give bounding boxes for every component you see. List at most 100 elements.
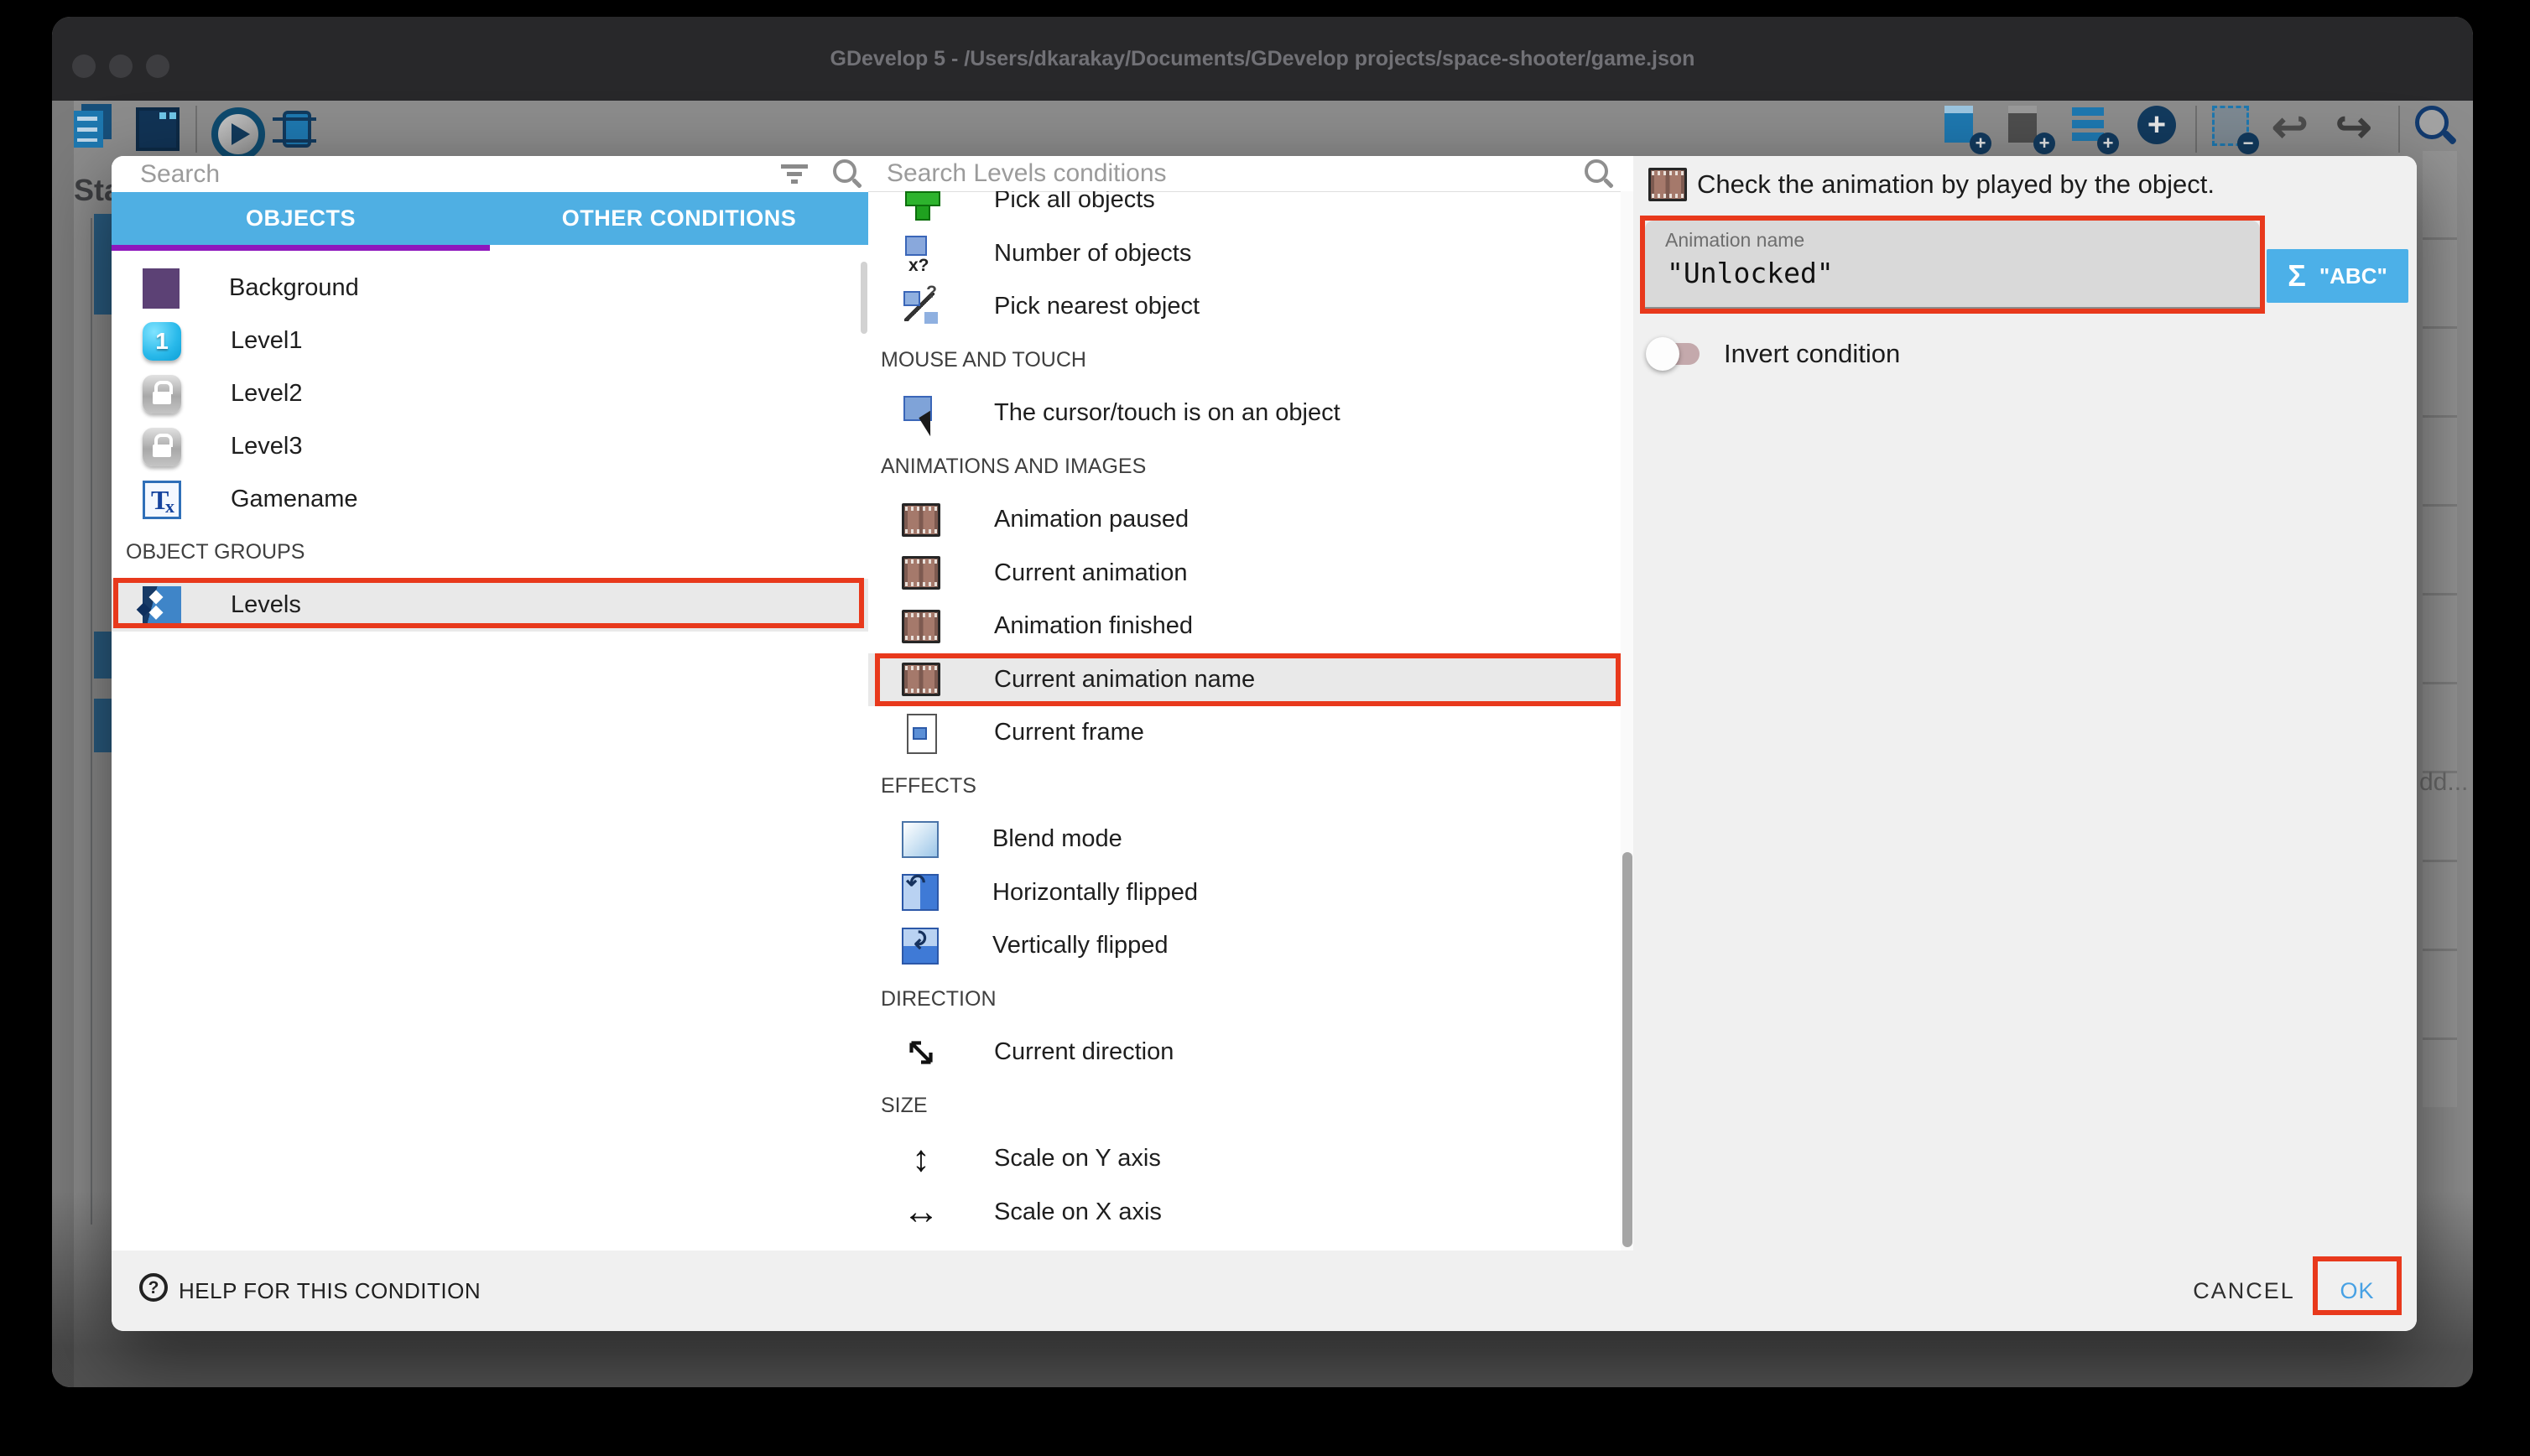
event-tree-line	[91, 218, 92, 1225]
help-icon[interactable]	[139, 1273, 168, 1302]
condition-item[interactable]: Current animation	[868, 547, 1621, 601]
search-icon[interactable]	[831, 158, 863, 190]
title-bar: GDevelop 5 - /Users/dkarakay/Documents/G…	[52, 17, 2473, 101]
add-new-event-icon[interactable]: +	[2134, 104, 2181, 151]
pick-all-objects-icon	[902, 191, 940, 220]
conditions-panel: Pick all objects Number of objects Pick …	[868, 156, 1633, 1251]
condition-item[interactable]: Current direction	[868, 1026, 1621, 1079]
objects-list: Background Level1 Level2 Level3 Gamename	[112, 251, 868, 1251]
active-tab-underline	[112, 245, 490, 251]
horizontal-flip-icon	[902, 874, 939, 911]
conditions-search-input[interactable]	[885, 159, 1559, 189]
annotation-box-levels	[113, 578, 864, 628]
condition-section-header: DIRECTION	[868, 973, 1621, 1027]
level1-sprite-icon	[143, 322, 181, 361]
condition-item[interactable]: ↔ Scale on X axis	[868, 1186, 1621, 1240]
tab-other-conditions[interactable]: OTHER CONDITIONS	[490, 192, 868, 245]
toolbar-separator	[2195, 106, 2197, 153]
condition-section-header: MOUSE AND TOUCH	[868, 334, 1621, 387]
sigma-icon: Σ	[2288, 258, 2306, 294]
invert-condition-toggle[interactable]	[1646, 337, 1705, 371]
number-of-objects-icon	[902, 234, 940, 273]
event-actions-column	[2423, 151, 2457, 1107]
window-title: GDevelop 5 - /Users/dkarakay/Documents/G…	[52, 17, 2473, 101]
project-manager-icon[interactable]	[71, 104, 118, 151]
condition-item[interactable]: Horizontally flipped	[868, 866, 1621, 920]
tab-objects[interactable]: OBJECTS	[112, 192, 490, 245]
blend-mode-icon	[902, 821, 939, 858]
objects-scrollbar-thumb[interactable]	[861, 262, 867, 334]
condition-item[interactable]: The cursor/touch is on an object	[868, 387, 1621, 440]
edit-condition-dialog: OBJECTS OTHER CONDITIONS Background Leve…	[112, 156, 2417, 1331]
debug-icon[interactable]	[271, 104, 318, 151]
scene-editor-icon[interactable]	[134, 104, 181, 151]
screenshot-canvas: GDevelop 5 - /Users/dkarakay/Documents/G…	[0, 0, 2530, 1456]
text-object-icon	[143, 481, 181, 519]
toolbar-separator	[2398, 106, 2400, 153]
play-icon[interactable]	[211, 107, 265, 161]
search-icon[interactable]	[2413, 104, 2460, 151]
condition-item[interactable]: Pick nearest object	[868, 280, 1621, 334]
list-item-level1[interactable]: Level1	[112, 315, 868, 367]
cursor-on-object-icon	[902, 394, 940, 433]
current-frame-icon	[902, 714, 940, 752]
filmstrip-icon	[1648, 168, 1687, 201]
expression-editor-button[interactable]: Σ "ABC"	[2267, 249, 2408, 303]
condition-item[interactable]: Number of objects	[868, 227, 1621, 281]
truncated-add-text: dd...	[2419, 768, 2468, 797]
filmstrip-icon	[902, 503, 940, 537]
objects-search-row	[112, 156, 868, 192]
event-block	[94, 632, 112, 679]
help-link[interactable]: HELP FOR THIS CONDITION	[179, 1251, 481, 1331]
search-icon[interactable]	[1583, 158, 1615, 190]
conditions-list: Pick all objects Number of objects Pick …	[868, 191, 1621, 1251]
invert-condition-label: Invert condition	[1724, 337, 1900, 371]
list-item-background[interactable]: Background	[112, 262, 868, 315]
condition-item[interactable]: Animation finished	[868, 600, 1621, 653]
lock-sprite-icon	[143, 428, 181, 466]
list-item-level2[interactable]: Level2	[112, 367, 868, 420]
condition-item[interactable]: Blend mode	[868, 813, 1621, 866]
condition-description: Check the animation by played by the obj…	[1697, 163, 2215, 206]
vertical-flip-icon	[902, 928, 939, 965]
direction-arrow-icon	[902, 1033, 940, 1072]
pick-nearest-object-icon	[902, 288, 940, 326]
dialog-footer: HELP FOR THIS CONDITION CANCEL OK	[112, 1251, 2417, 1331]
filter-icon[interactable]	[781, 164, 808, 185]
objects-search-input[interactable]	[138, 159, 746, 190]
condition-item[interactable]: Pick all objects	[868, 191, 1621, 227]
filmstrip-icon	[902, 556, 940, 590]
condition-item[interactable]: Vertically flipped	[868, 919, 1621, 973]
add-sub-event-icon[interactable]	[1943, 104, 1990, 151]
list-item-level3[interactable]: Level3	[112, 420, 868, 473]
lock-sprite-icon	[143, 375, 181, 413]
add-comment-icon[interactable]	[2007, 104, 2054, 151]
cancel-button[interactable]: CANCEL	[2180, 1251, 2308, 1331]
redo-icon[interactable]: ↪	[2335, 104, 2382, 151]
toolbar-separator	[195, 106, 197, 153]
condition-section-header: SIZE	[868, 1079, 1621, 1133]
annotation-box-animation-name	[1640, 216, 2265, 314]
tab-bar: OBJECTS OTHER CONDITIONS	[112, 192, 868, 245]
condition-section-header: EFFECTS	[868, 760, 1621, 814]
condition-item[interactable]: Current frame	[868, 706, 1621, 760]
annotation-box-ok	[2313, 1256, 2402, 1315]
delete-event-icon[interactable]	[2210, 104, 2257, 151]
condition-item[interactable]: Animation paused	[868, 493, 1621, 547]
condition-item[interactable]: ↕ Scale on Y axis	[868, 1132, 1621, 1186]
background-object-icon	[143, 268, 180, 309]
event-block	[94, 699, 112, 752]
condition-section-header: ANIMATIONS AND IMAGES	[868, 440, 1621, 494]
event-block	[94, 214, 112, 315]
scale-x-icon: ↔	[902, 1193, 940, 1231]
list-item-gamename[interactable]: Gamename	[112, 473, 868, 526]
annotation-box-current-animation-name	[875, 653, 1621, 707]
objects-panel: OBJECTS OTHER CONDITIONS Background Leve…	[112, 156, 869, 1251]
parameters-panel: Check the animation by played by the obj…	[1633, 156, 2417, 1251]
scale-y-icon: ↕	[902, 1140, 940, 1178]
object-groups-header: OBJECT GROUPS	[126, 526, 868, 579]
add-event-icon[interactable]	[2070, 104, 2117, 151]
undo-icon[interactable]: ↩	[2272, 104, 2319, 151]
filmstrip-icon	[902, 610, 940, 643]
conditions-scrollbar-thumb[interactable]	[1622, 852, 1632, 1247]
